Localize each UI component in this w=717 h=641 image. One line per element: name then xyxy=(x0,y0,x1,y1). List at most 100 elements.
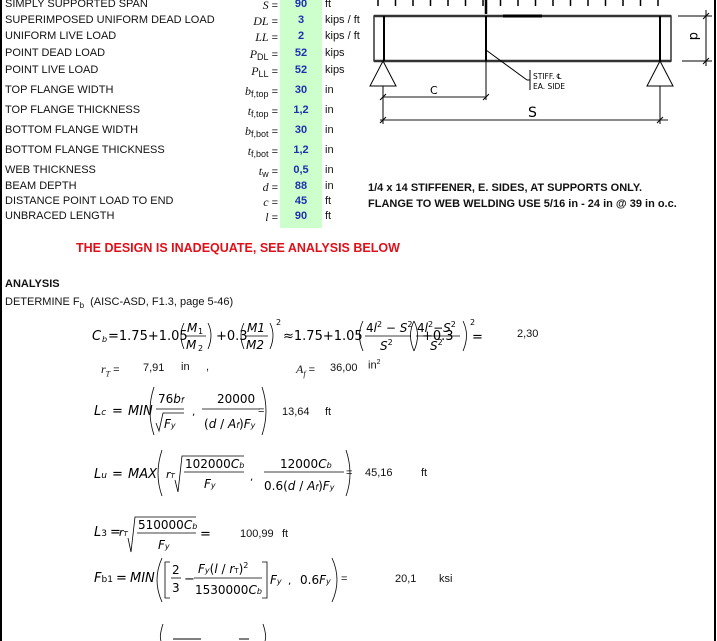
input-unit: kips / ft xyxy=(325,14,360,26)
input-row: BEAM DEPTH d = 88 in xyxy=(0,180,360,196)
svg-text:−: − xyxy=(184,572,195,587)
lc-unit: ft xyxy=(325,406,332,418)
input-label: TOP FLANGE WIDTH xyxy=(5,84,114,96)
svg-text:S2: S2 xyxy=(380,338,393,353)
input-label: SIMPLY SUPPORTED SPAN xyxy=(5,0,148,10)
lc-equals: = xyxy=(258,405,265,417)
svg-text:M2: M2 xyxy=(246,338,264,352)
input-unit: ft xyxy=(325,195,332,207)
svg-text:M: M xyxy=(186,338,197,352)
svg-text:Fy: Fy xyxy=(164,417,176,431)
svg-text:rT: rT xyxy=(119,526,129,539)
svg-text:(d / Af)Fy: (d / Af)Fy xyxy=(204,417,256,431)
svg-text:0.6Fy: 0.6Fy xyxy=(300,573,331,587)
svg-text:12000Cb: 12000Cb xyxy=(280,457,332,471)
determine-fb-heading: DETERMINE Fb (AISC-ASD, F1.3, page 5-46) xyxy=(5,296,234,311)
cb-equation-part2: 4l2−S2 S2 2 = xyxy=(410,318,483,353)
next-equation-partial xyxy=(159,623,267,641)
input-symbol: tf,bot = xyxy=(247,144,278,159)
input-symbol: bf,top = xyxy=(245,84,278,99)
input-row: SUPERIMPOSED UNIFORM DEAD LOAD DL = 3 kips … xyxy=(0,14,360,30)
input-symbol: l = xyxy=(265,210,278,224)
input-symbol: DL = xyxy=(253,14,278,28)
input-unit: in xyxy=(325,104,334,116)
input-unit: ft xyxy=(325,210,332,222)
rt-unit: in xyxy=(181,361,190,373)
svg-text:Fy: Fy xyxy=(270,573,282,587)
input-unit: in xyxy=(325,84,334,96)
rt-label: rT = xyxy=(101,362,120,379)
input-value[interactable]: 1,2 xyxy=(280,144,322,156)
l3-value: 100,99 xyxy=(240,528,274,540)
input-value[interactable]: 90 xyxy=(280,210,322,222)
lu-equation: Lu = MAX rT 102000Cb Fy , 12000Cb 0.6(d … xyxy=(94,449,351,497)
cb-value: 2,30 xyxy=(517,328,539,340)
input-value[interactable]: 52 xyxy=(280,64,322,76)
svg-text:3: 3 xyxy=(172,581,180,595)
right-support-icon xyxy=(646,59,674,87)
input-value[interactable]: 88 xyxy=(280,180,322,192)
input-symbol: bf,bot = xyxy=(245,124,278,139)
lc-value: 13,64 xyxy=(282,406,310,418)
input-value[interactable]: 30 xyxy=(280,124,322,136)
input-row: UNIFORM LIVE LOAD LL = 2 kips / ft xyxy=(0,30,360,46)
svg-text:MIN: MIN xyxy=(130,571,155,586)
c-dimension-label: C xyxy=(430,84,438,97)
svg-text:=: = xyxy=(472,330,483,345)
beam-outline xyxy=(373,15,672,62)
input-row: BOTTOM FLANGE WIDTH bf,bot = 30 in xyxy=(0,124,360,140)
svg-text:,: , xyxy=(288,576,291,587)
input-row: DISTANCE POINT LOAD TO END c = 45 ft xyxy=(0,195,360,211)
input-row: WEB THICKNESS tw = 0,5 in xyxy=(0,164,360,180)
svg-text:Lc: Lc xyxy=(94,404,106,419)
input-value[interactable]: 2 xyxy=(280,30,322,42)
input-row: BOTTOM FLANGE THICKNESS tf,bot = 1,2 in xyxy=(0,144,360,160)
input-value[interactable]: 52 xyxy=(280,47,322,59)
s-dimension-label: S xyxy=(528,105,537,121)
svg-text:,: , xyxy=(192,407,195,418)
svg-text:=1.75+1.05: =1.75+1.05 xyxy=(108,329,188,344)
rt-value: 7,91 xyxy=(143,362,165,374)
input-row: SIMPLY SUPPORTED SPAN S = 90 ft xyxy=(0,0,360,14)
input-symbol: tf,top = xyxy=(247,104,278,119)
analysis-heading: ANALYSIS xyxy=(5,278,60,290)
svg-text:Fy: Fy xyxy=(158,538,170,552)
input-symbol: LL = xyxy=(255,30,278,44)
input-label: BOTTOM FLANGE THICKNESS xyxy=(5,144,165,156)
uniform-load-arrows xyxy=(377,0,659,14)
input-row: TOP FLANGE WIDTH bf,top = 30 in xyxy=(0,84,360,100)
svg-text:=: = xyxy=(112,404,123,419)
svg-text:2: 2 xyxy=(276,318,281,327)
input-label: WEB THICKNESS xyxy=(5,164,96,176)
svg-text:2: 2 xyxy=(172,563,180,577)
svg-text:C: C xyxy=(92,329,102,344)
af-label: Af = xyxy=(296,362,316,379)
svg-text:MAX: MAX xyxy=(128,467,158,482)
input-label: UNIFORM LIVE LOAD xyxy=(5,30,117,42)
lc-equation: Lc = MIN 76bf Fy , 20000 (d / Af)Fy xyxy=(94,386,267,436)
left-support-icon xyxy=(369,59,397,87)
input-value[interactable]: 1,2 xyxy=(280,104,322,116)
input-value[interactable]: 0,5 xyxy=(280,164,322,176)
svg-text:M1: M1 xyxy=(247,321,265,335)
fb1-unit: ksi xyxy=(439,573,453,585)
input-unit: in xyxy=(325,164,334,176)
input-value[interactable]: 30 xyxy=(280,84,322,96)
input-value[interactable]: 45 xyxy=(280,195,322,207)
svg-text:76bf: 76bf xyxy=(158,392,185,406)
svg-text:b: b xyxy=(102,335,107,344)
input-label: DISTANCE POINT LOAD TO END xyxy=(5,195,174,207)
svg-text:≈1.75+1.05: ≈1.75+1.05 xyxy=(283,329,363,344)
input-value[interactable]: 90 xyxy=(280,0,322,10)
input-unit: in xyxy=(325,180,334,192)
svg-text:4l2−S2: 4l2−S2 xyxy=(417,320,456,335)
svg-text:2: 2 xyxy=(198,344,203,353)
input-unit: kips / ft xyxy=(325,30,360,42)
stiffener-label-2: EA. SIDE xyxy=(533,82,565,91)
svg-text:,: , xyxy=(250,472,253,483)
svg-text:rT: rT xyxy=(166,468,176,481)
fb1-equals: = xyxy=(341,573,348,585)
input-value[interactable]: 3 xyxy=(280,14,322,26)
welding-note: FLANGE TO WEB WELDING USE 5/16 in - 24 i… xyxy=(368,198,677,210)
input-symbol: PDL = xyxy=(249,47,278,62)
